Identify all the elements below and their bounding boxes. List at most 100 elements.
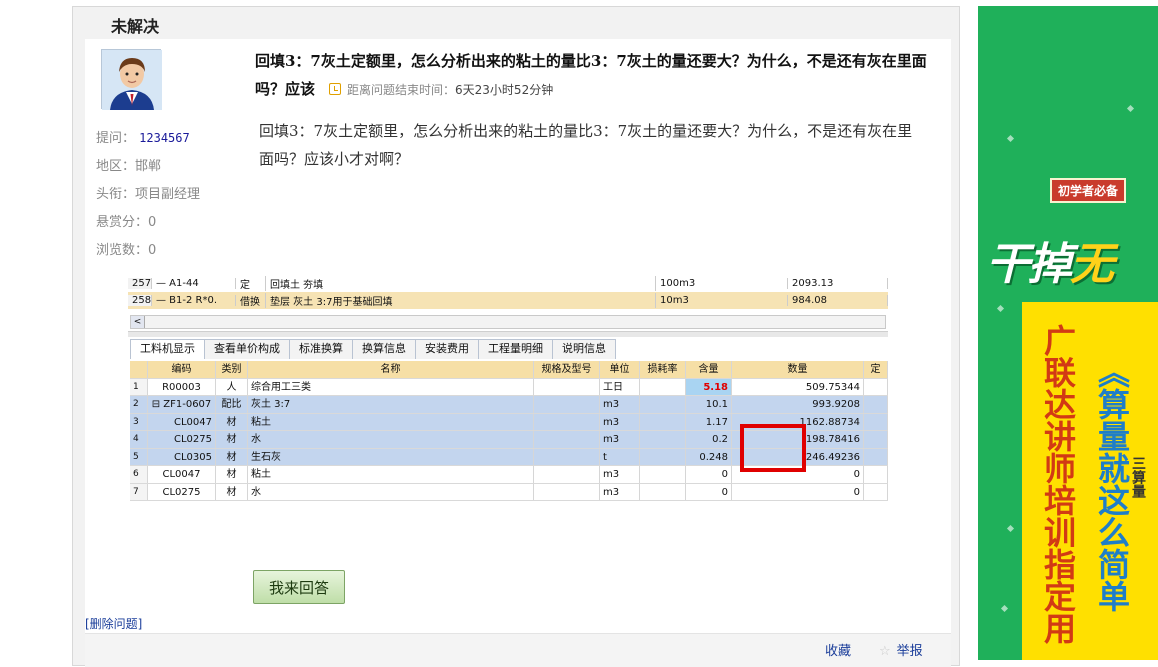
grid-column-header[interactable]: 类别: [216, 361, 248, 378]
grid-cell-name: 灰土 3:7: [248, 396, 534, 413]
grid-cell-extra: [864, 466, 888, 483]
grid-cell-unit: m3: [600, 466, 640, 483]
table-row[interactable]: 2 ⊟ ZF1-0607 配比 灰土 3:7 m3 10.1 993.9208: [130, 396, 888, 414]
screenshot-tabs: 工料机显示 查看单价构成 标准换算 换算信息 安装费用 工程量明细 说明信息: [130, 339, 616, 359]
grid-cell-type: 材: [216, 448, 248, 465]
grid-column-header[interactable]: 编码: [148, 361, 216, 378]
screenshot-tab[interactable]: 标准换算: [289, 339, 353, 359]
sparkle-icon: [1006, 524, 1015, 533]
asker-link[interactable]: 1234567: [139, 131, 190, 145]
sparkle-icon: [996, 304, 1005, 313]
question-status: 未解决: [111, 17, 160, 36]
ad-vertical-text-1: 广联达讲师培训指定用: [1039, 324, 1077, 644]
grid-column-header[interactable]: 数量: [732, 361, 864, 378]
grid-cell-name: 综合用工三类: [248, 378, 534, 395]
side-advertisement[interactable]: 初学者必备 干掉无 广联达讲师培训指定用 《算量就这么简单 三算量: [978, 6, 1158, 660]
grid-cell-no: 6: [130, 466, 148, 483]
upper-grid-cell-code: — A1-44: [152, 278, 236, 289]
grid-cell-no: 3: [130, 413, 148, 430]
asker-info: 提问： 1234567: [96, 127, 190, 146]
pane-splitter: [128, 331, 888, 337]
grid-cell-no: 1: [130, 378, 148, 395]
grid-column-header[interactable]: 含量: [686, 361, 732, 378]
footer-bar: 收藏 ☆ 举报: [85, 633, 951, 667]
grid-column-header[interactable]: [130, 361, 148, 378]
clock-icon: [329, 83, 342, 95]
grid-cell-code: R00003: [148, 378, 216, 395]
ad-vertical-text-3: 三算量: [1130, 456, 1146, 498]
table-row[interactable]: 7 CL0275 材水 m3 0 0: [130, 483, 888, 501]
grid-cell-name: 粘土: [248, 413, 534, 430]
grid-cell-spec: [534, 466, 600, 483]
sparkle-icon: [1000, 604, 1009, 613]
grid-cell-content: 0.2: [686, 431, 732, 448]
grid-cell-name: 水: [248, 431, 534, 448]
grid-cell-no: 2: [130, 396, 148, 413]
sparkle-icon: [1126, 104, 1135, 113]
upper-grid-cell-name: 回填土 夯填: [266, 276, 656, 291]
upper-grid-cell-unit: 100m3: [656, 278, 788, 289]
grid-cell-spec: [534, 378, 600, 395]
reward-label: 悬赏分：: [96, 215, 149, 230]
grid-cell-content: 5.18: [686, 378, 732, 395]
table-row[interactable]: 1 R00003 人综合用工三类 工日 5.18 509.75344: [130, 378, 888, 396]
grid-cell-extra: [864, 448, 888, 465]
upper-grid-cell-no: 258: [128, 295, 152, 306]
grid-cell-spec: [534, 413, 600, 430]
answer-button[interactable]: 我来回答: [253, 570, 345, 604]
grid-cell-unit: m3: [600, 483, 640, 500]
grid-cell-qty: 0: [732, 483, 864, 500]
question-content: 提问： 1234567 地区：邯郸 头衔：项目副经理 悬赏分： 0 浏览数： 0 回…: [85, 39, 951, 667]
rank-info: 头衔：项目副经理: [96, 183, 200, 202]
grid-cell-content: 0: [686, 466, 732, 483]
grid-cell-no: 4: [130, 431, 148, 448]
grid-cell-content: 10.1: [686, 396, 732, 413]
grid-cell-code: CL0275: [148, 431, 216, 448]
grid-column-header[interactable]: 名称: [248, 361, 534, 378]
grid-cell-qty: 509.75344: [732, 378, 864, 395]
views-label: 浏览数：: [96, 243, 149, 258]
screenshot-tab[interactable]: 安装费用: [415, 339, 479, 359]
grid-cell-unit: m3: [600, 431, 640, 448]
grid-cell-spec: [534, 431, 600, 448]
highlight-box: [740, 424, 806, 472]
favorite-link[interactable]: 收藏: [825, 640, 851, 659]
grid-cell-code: CL0047: [148, 413, 216, 430]
region-info: 地区：邯郸: [96, 155, 161, 174]
screenshot-tab[interactable]: 工料机显示: [130, 339, 205, 359]
grid-cell-loss: [640, 413, 686, 430]
grid-cell-name: 粘土: [248, 466, 534, 483]
report-link[interactable]: ☆ 举报: [879, 640, 923, 659]
grid-cell-extra: [864, 378, 888, 395]
upper-grid-cell-qty: 2093.13: [788, 278, 888, 289]
grid-cell-type: 人: [216, 378, 248, 395]
question-body: 回填3：7灰土定额里，怎么分析出来的粘土的量比3：7灰土的量还要大？为什么，不是…: [259, 122, 913, 168]
avatar[interactable]: [101, 49, 162, 110]
screenshot-tab[interactable]: 查看单价构成: [204, 339, 290, 359]
screenshot-tab[interactable]: 换算信息: [352, 339, 416, 359]
ad-slogan-white: 干掉: [986, 239, 1072, 290]
grid-cell-code: CL0305: [148, 448, 216, 465]
screenshot-tab[interactable]: 工程量明细: [478, 339, 553, 359]
grid-cell-loss: [640, 396, 686, 413]
grid-column-header[interactable]: 定: [864, 361, 888, 378]
grid-cell-unit: 工日: [600, 378, 640, 395]
grid-cell-content: 1.17: [686, 413, 732, 430]
upper-grid-row[interactable]: 258— B1-2 R*0. 借换 垫层 灰土 3:7用于基础回填 10m3 984.0…: [128, 292, 888, 309]
grid-cell-content: 0: [686, 483, 732, 500]
grid-column-header[interactable]: 规格及型号: [534, 361, 600, 378]
grid-header-row: 编码 类别 名称 规格及型号 单位 损耗率 含量 数量定: [130, 361, 888, 379]
sparkle-icon: [1006, 134, 1015, 143]
upper-grid-row[interactable]: 257— A1-44 定回填土 夯填 100m3 2093.13: [128, 275, 888, 292]
question-title: 回填3：7灰土定额里，怎么分析出来的粘土的量比3：7灰土的量还要大？为什么，不是…: [255, 47, 945, 104]
question-panel: 未解决 提问： 1234567 地区：邯郸 头衔：项目副经理 悬赏分： 0 浏览数…: [72, 6, 960, 667]
grid-column-header[interactable]: 损耗率: [640, 361, 686, 378]
deadline-label: 距离问题结束时间：: [347, 83, 456, 97]
delete-question-link[interactable]: [删除问题]: [85, 615, 142, 632]
asker-label: 提问：: [96, 131, 136, 146]
screenshot-tab[interactable]: 说明信息: [552, 339, 616, 359]
grid-column-header[interactable]: 单位: [600, 361, 640, 378]
grid-cell-loss: [640, 448, 686, 465]
grid-cell-type: 配比: [216, 396, 248, 413]
upper-grid-cell-code: — B1-2 R*0.: [152, 295, 236, 306]
